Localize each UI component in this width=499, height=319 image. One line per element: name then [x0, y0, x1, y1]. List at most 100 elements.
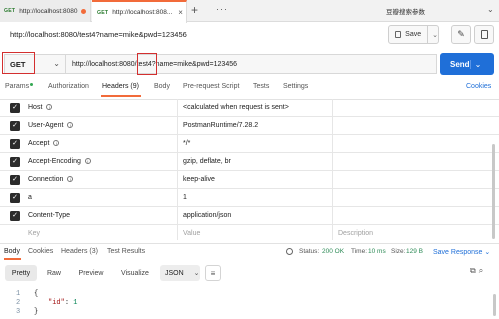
header-key: Host i: [28, 104, 53, 111]
globe-icon[interactable]: [286, 248, 293, 255]
chevron-down-icon[interactable]: ⌄: [469, 59, 494, 69]
table-row: ✓ User-Agent i PostmanRuntime/7.28.2: [0, 117, 499, 135]
tab-request-1[interactable]: GET http://localhost:8080: [0, 0, 91, 22]
chevron-down-icon[interactable]: ⌄: [487, 5, 494, 14]
scrollbar[interactable]: [492, 144, 495, 239]
checkbox-checked-icon[interactable]: ✓: [10, 193, 20, 203]
time-value[interactable]: 10 ms: [368, 248, 386, 255]
documentation-icon[interactable]: [474, 25, 494, 44]
url-input[interactable]: http://localhost:8080/test4?name=mike&pw…: [66, 54, 437, 74]
checkbox-checked-icon[interactable]: ✓: [10, 157, 20, 167]
header-key: Connection i: [28, 176, 74, 183]
tab-label: http://localhost:808...: [112, 9, 173, 16]
time-label: Time:: [351, 248, 368, 255]
table-row: ✓ Connection i keep-alive: [0, 171, 499, 189]
response-tab-test-results[interactable]: Test Results: [107, 248, 145, 255]
format-raw[interactable]: Raw: [40, 265, 68, 281]
header-value[interactable]: gzip, deflate, br: [183, 158, 231, 165]
send-button[interactable]: Send ⌄: [440, 53, 494, 75]
line-number: 2: [16, 299, 21, 307]
header-key: Accept i: [28, 140, 60, 147]
tab-headers[interactable]: Headers (9): [102, 83, 139, 90]
copy-search-icons[interactable]: ⧉⌕: [470, 266, 486, 276]
tab-label: http://localhost:8080: [19, 7, 78, 15]
header-value[interactable]: keep-alive: [183, 176, 215, 183]
checkbox-checked-icon[interactable]: ✓: [10, 139, 20, 149]
response-tab-body[interactable]: Body: [4, 248, 20, 255]
request-title: http://localhost:8080/test4?name=mike&pw…: [10, 30, 187, 39]
checkbox-checked-icon[interactable]: ✓: [10, 211, 20, 221]
checkbox-checked-icon[interactable]: ✓: [10, 175, 20, 185]
header-value[interactable]: 1: [183, 194, 187, 201]
environment-select[interactable]: 豆瓣搜索参数: [386, 6, 425, 16]
scrollbar[interactable]: [493, 294, 496, 316]
tab-tests[interactable]: Tests: [253, 83, 269, 90]
format-select[interactable]: JSON ⌄: [160, 265, 200, 281]
wrap-lines-icon[interactable]: ≡: [205, 265, 221, 281]
send-label: Send: [450, 59, 470, 69]
description-placeholder[interactable]: Description: [338, 230, 373, 237]
header-value[interactable]: <calculated when request is sent>: [183, 104, 289, 111]
key-placeholder[interactable]: Key: [28, 230, 40, 237]
response-tab-headers[interactable]: Headers (3): [61, 248, 98, 255]
line-number: 1: [16, 290, 21, 298]
save-button[interactable]: Save ⌄: [388, 25, 439, 44]
format-select-value: JSON: [165, 269, 184, 277]
edit-pencil-icon[interactable]: ✎: [451, 25, 471, 44]
response-tab-cookies[interactable]: Cookies: [28, 248, 53, 255]
tab-headers-label: Headers (9): [102, 83, 139, 90]
cookies-link[interactable]: Cookies: [466, 83, 491, 90]
header-value[interactable]: application/json: [183, 212, 231, 219]
header-key[interactable]: a: [28, 194, 32, 201]
code-line: }: [34, 308, 39, 316]
info-icon[interactable]: i: [67, 176, 74, 183]
unsaved-dot-icon: [81, 8, 87, 14]
header-value[interactable]: PostmanRuntime/7.28.2: [183, 122, 258, 129]
tab-prerequest-script[interactable]: Pre-request Script: [183, 83, 239, 90]
size-value[interactable]: 129 B: [406, 248, 423, 255]
line-number: 3: [16, 308, 21, 316]
path-highlight-box: [137, 53, 157, 75]
table-row: ✓ Accept-Encoding i gzip, deflate, br: [0, 153, 499, 171]
header-value[interactable]: */*: [183, 140, 190, 147]
checkbox-checked-icon[interactable]: ✓: [10, 121, 20, 131]
format-visualize[interactable]: Visualize: [113, 265, 157, 281]
checkbox-checked-icon[interactable]: ✓: [10, 103, 20, 113]
response-divider[interactable]: [0, 243, 499, 244]
tab-params-label: Params: [5, 83, 30, 90]
table-row: ✓ Host i <calculated when request is sent…: [0, 99, 499, 117]
chevron-down-icon[interactable]: ⌄: [427, 26, 438, 43]
tab-method: GET: [97, 9, 109, 16]
tab-authorization[interactable]: Authorization: [48, 83, 89, 90]
more-tabs-icon[interactable]: ···: [216, 4, 228, 14]
value-placeholder[interactable]: Value: [183, 230, 200, 237]
info-icon[interactable]: i: [67, 122, 74, 129]
close-icon[interactable]: ×: [178, 8, 183, 17]
tab-settings[interactable]: Settings: [283, 83, 308, 90]
active-tab-underline: [101, 95, 141, 97]
chevron-down-icon: ⌄: [193, 270, 200, 277]
table-row: ✓ Content-Type application/json: [0, 207, 499, 225]
info-icon[interactable]: i: [53, 140, 60, 147]
table-row: ✓ a 1: [0, 189, 499, 207]
tab-body[interactable]: Body: [154, 83, 170, 90]
status-value[interactable]: 200 OK: [322, 248, 344, 255]
code-line: {: [34, 290, 39, 298]
code-line: "id": 1: [48, 299, 78, 307]
info-icon[interactable]: i: [84, 158, 91, 165]
params-dot-icon: [30, 83, 34, 86]
tab-request-2[interactable]: GET http://localhost:808... ×: [92, 0, 187, 23]
active-tab-underline: [4, 258, 21, 260]
tab-method: GET: [4, 8, 16, 14]
format-preview[interactable]: Preview: [71, 265, 111, 281]
save-response-button[interactable]: Save Response ⌄: [433, 248, 490, 256]
json-value: 1: [73, 299, 78, 307]
new-tab-plus-icon[interactable]: +: [191, 3, 198, 17]
size-label: Size:: [391, 248, 406, 255]
format-pretty[interactable]: Pretty: [5, 265, 37, 281]
save-icon: [395, 31, 402, 38]
info-icon[interactable]: i: [46, 104, 53, 111]
chevron-down-icon: ⌄: [53, 59, 60, 68]
tab-params[interactable]: Params: [5, 83, 34, 90]
header-key[interactable]: Content-Type: [28, 212, 70, 219]
